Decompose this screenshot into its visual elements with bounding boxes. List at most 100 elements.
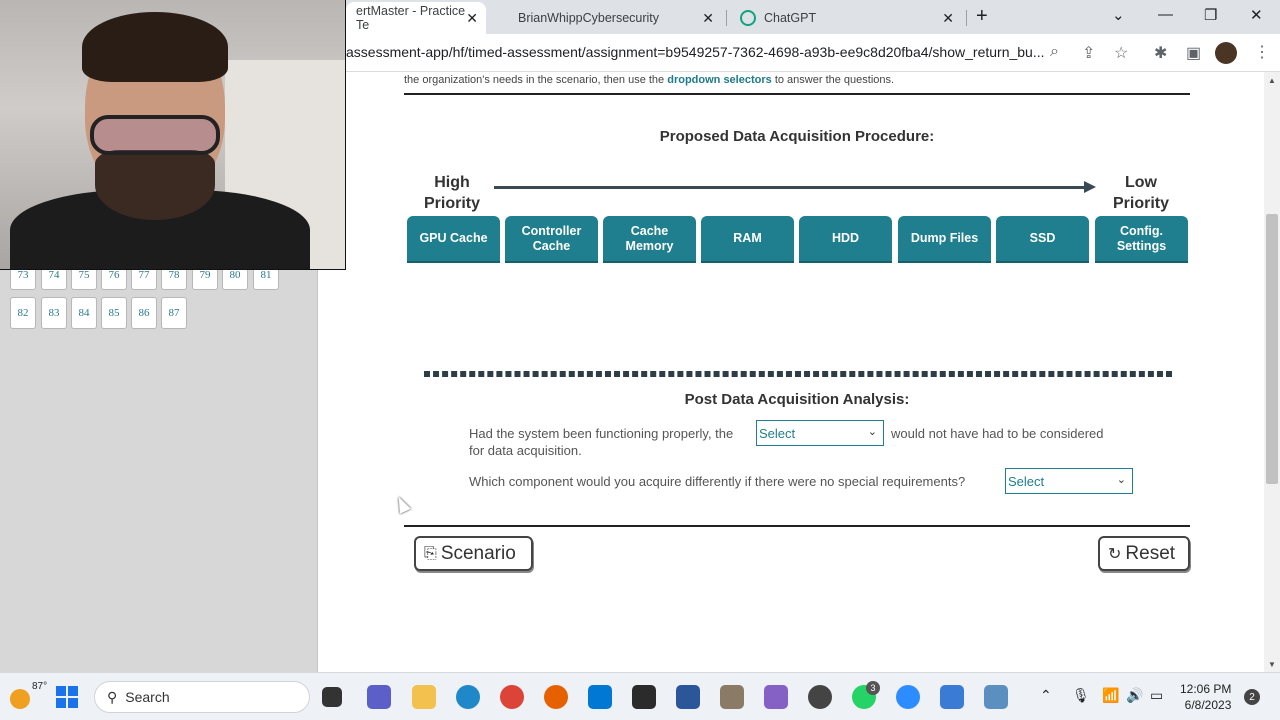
- question-button[interactable]: 87: [161, 297, 187, 329]
- component-controller-cache[interactable]: Controller Cache: [505, 216, 598, 261]
- component-ssd[interactable]: SSD: [996, 216, 1089, 261]
- reset-button-label: Reset: [1125, 542, 1176, 564]
- tab-practice-test[interactable]: ertMaster - Practice Te ✕: [346, 2, 486, 34]
- new-tab-icon[interactable]: +: [976, 5, 988, 28]
- close-icon[interactable]: ✕: [466, 10, 478, 27]
- volume-icon[interactable]: 🔊: [1126, 687, 1143, 704]
- zoom-icon[interactable]: ⌕: [1050, 43, 1059, 61]
- notification-badge[interactable]: 2: [1244, 689, 1260, 705]
- file-explorer-icon[interactable]: [412, 685, 436, 709]
- component-gpu-cache[interactable]: GPU Cache: [407, 216, 500, 261]
- monitor-icon[interactable]: [984, 685, 1008, 709]
- battery-icon[interactable]: ▭: [1150, 687, 1163, 704]
- page-scrollbar[interactable]: ▲ ▼: [1264, 72, 1280, 672]
- weather-widget[interactable]: 87°: [10, 681, 47, 709]
- close-window-icon[interactable]: ✕: [1250, 6, 1263, 24]
- question2-select[interactable]: Select ⌄: [1005, 468, 1133, 494]
- component-label: Controller: [521, 223, 582, 238]
- question1-text-before: Had the system been functioning properly…: [469, 426, 734, 441]
- instruction-highlight: dropdown selectors: [667, 74, 772, 86]
- component-label-2: Settings: [1116, 238, 1167, 253]
- profile-avatar[interactable]: [1215, 42, 1237, 64]
- component-hdd[interactable]: HDD: [799, 216, 892, 261]
- component-label: Config.: [1119, 223, 1164, 238]
- high-priority-line2: Priority: [423, 195, 480, 212]
- close-icon[interactable]: ✕: [702, 10, 714, 27]
- tab-divider: [726, 10, 727, 26]
- microphone-icon[interactable]: 🎙: [1072, 687, 1090, 704]
- edge-icon[interactable]: [456, 685, 480, 709]
- extensions-icon[interactable]: ✱: [1154, 43, 1167, 63]
- tray-chevron-icon[interactable]: ⌃: [1040, 687, 1052, 704]
- start-icon[interactable]: [56, 686, 78, 708]
- close-icon[interactable]: ✕: [942, 10, 954, 27]
- scenario-icon: ⎘: [424, 544, 437, 562]
- terminal-icon[interactable]: [632, 685, 656, 709]
- side-panel-icon[interactable]: ▣: [1186, 43, 1201, 63]
- tab-label: BrianWhippCybersecurity: [518, 11, 660, 25]
- visual-studio-icon[interactable]: [764, 685, 788, 709]
- reset-button[interactable]: ↻ Reset: [1098, 536, 1190, 571]
- component-ram[interactable]: RAM: [701, 216, 794, 261]
- notepad-icon[interactable]: [940, 685, 964, 709]
- scroll-down-icon[interactable]: ▼: [1268, 660, 1276, 669]
- minimize-icon[interactable]: —: [1158, 6, 1173, 23]
- component-label-2: Memory: [625, 238, 674, 253]
- scrollbar-thumb[interactable]: [1266, 214, 1278, 484]
- taskbar-clock[interactable]: 12:06 PM 6/8/2023: [1180, 681, 1231, 713]
- section-divider: [424, 371, 1172, 377]
- word-icon[interactable]: [676, 685, 700, 709]
- tab-search-chevron-icon[interactable]: ⌄: [1112, 6, 1125, 24]
- clock-time: 12:06 PM: [1180, 682, 1232, 696]
- scroll-up-icon[interactable]: ▲: [1268, 76, 1276, 85]
- select-value: Select: [1008, 474, 1045, 489]
- question-button[interactable]: 82: [10, 297, 36, 329]
- tab-label: ertMaster - Practice Te: [356, 4, 466, 32]
- share-icon[interactable]: ⇪: [1082, 43, 1095, 63]
- address-bar[interactable]: assessment-app/hf/timed-assessment/assig…: [346, 44, 1045, 60]
- question-button[interactable]: 83: [41, 297, 67, 329]
- component-config-settings[interactable]: Config. Settings: [1095, 216, 1188, 261]
- gimp-icon[interactable]: [720, 685, 744, 709]
- question1-text-after: would not have had to be considered: [891, 426, 1104, 441]
- sun-icon: [10, 689, 30, 709]
- teams-icon[interactable]: [367, 685, 391, 709]
- webcam-overlay: [0, 0, 346, 270]
- zoom-app-icon[interactable]: [896, 685, 920, 709]
- chrome-icon[interactable]: [500, 685, 524, 709]
- clock-date: 6/8/2023: [1184, 698, 1232, 712]
- top-divider: [404, 93, 1190, 95]
- bookmark-star-icon[interactable]: ☆: [1114, 43, 1128, 63]
- component-cache-memory[interactable]: Cache Memory: [603, 216, 696, 261]
- component-dump-files[interactable]: Dump Files: [898, 216, 991, 261]
- question1-select[interactable]: Select ⌄: [756, 420, 884, 446]
- whatsapp-badge: 3: [866, 681, 880, 695]
- windows-taskbar: 87° ⚲ Search 3 ⌃ 🎙 📶 🔊 ▭ 12:06 PM 6/8/20…: [0, 672, 1280, 720]
- bottom-divider: [404, 525, 1190, 527]
- taskbar-search[interactable]: ⚲ Search: [94, 681, 310, 713]
- firefox-icon[interactable]: [544, 685, 568, 709]
- question-button[interactable]: 86: [131, 297, 157, 329]
- temperature: 87°: [32, 681, 48, 692]
- tab-divider: [966, 10, 967, 26]
- task-view-icon[interactable]: [322, 687, 342, 707]
- component-label: Cache: [630, 223, 669, 238]
- chevron-down-icon: ⌄: [1116, 474, 1126, 486]
- component-label-2: Cache: [532, 238, 571, 253]
- instruction-suffix: to answer the questions.: [774, 74, 895, 86]
- menu-kebab-icon[interactable]: ⋮: [1254, 42, 1270, 62]
- store-icon[interactable]: [588, 685, 612, 709]
- tab-chatgpt[interactable]: ChatGPT ✕: [730, 2, 962, 34]
- restore-icon[interactable]: ❐: [1204, 6, 1217, 24]
- component-label: Dump Files: [910, 231, 979, 245]
- tab-label: ChatGPT: [764, 11, 817, 25]
- scenario-button[interactable]: ⎘ Scenario: [414, 536, 533, 571]
- webcam-hair: [82, 12, 228, 82]
- question-button[interactable]: 85: [101, 297, 127, 329]
- obs-icon[interactable]: [808, 685, 832, 709]
- question-button[interactable]: 84: [71, 297, 97, 329]
- component-label: RAM: [733, 231, 762, 245]
- tab-brianwhipp[interactable]: BrianWhippCybersecurity ✕: [508, 2, 722, 34]
- scenario-button-label: Scenario: [440, 542, 516, 564]
- wifi-icon[interactable]: 📶: [1102, 687, 1119, 704]
